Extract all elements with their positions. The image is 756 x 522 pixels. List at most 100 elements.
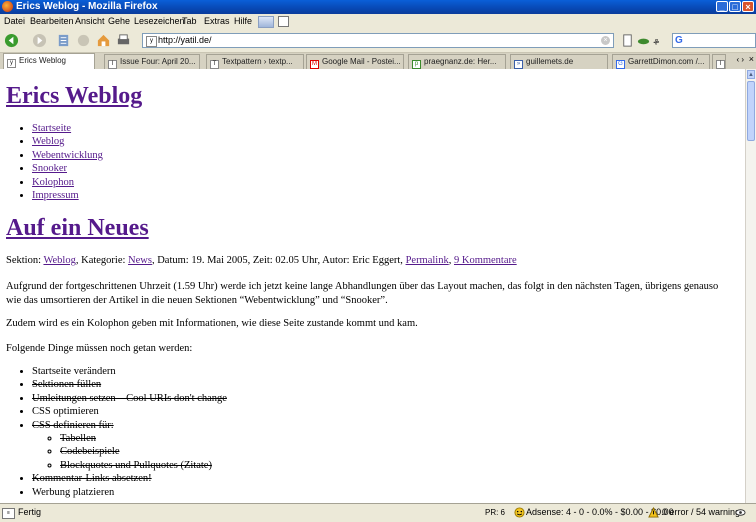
category-link[interactable]: News [128, 255, 152, 266]
bookmark-page-icon[interactable] [620, 33, 635, 48]
close-tab-icon[interactable]: × [749, 54, 754, 64]
tab-scroll-arrows-icon[interactable]: ‹ › [736, 55, 744, 64]
tab-garrettdimon[interactable]: G GarrettDimon.com /... [612, 54, 710, 69]
menu-ansicht[interactable]: Ansicht [75, 14, 105, 29]
menu-bearbeiten[interactable]: Bearbeiten [30, 14, 74, 29]
tab-favicon-icon: I [108, 60, 117, 69]
vertical-scrollbar[interactable]: ▲ [745, 69, 756, 503]
svg-text:ቆ: ቆ [653, 36, 659, 47]
menu-datei[interactable]: Datei [4, 14, 25, 29]
todo-item: Werbung platzieren [32, 486, 227, 499]
tab-favicon-icon: y [7, 59, 16, 68]
nav-item: Impressum [32, 189, 103, 202]
gmail-icon: M [310, 60, 319, 69]
translate-icon[interactable]: ቆ [652, 33, 667, 48]
window-title: Erics Weblog - Mozilla Firefox [16, 1, 158, 12]
page-content: Erics Weblog Startseite Weblog Webentwic… [0, 69, 745, 503]
tab-bar: y Erics Weblog I Issue Four: April 20... T… [0, 53, 756, 70]
site-navigation: Startseite Weblog Webentwicklung Snooker… [32, 122, 103, 202]
nav-link-impressum[interactable]: Impressum [32, 190, 79, 201]
menu-extras[interactable]: Extras [204, 14, 230, 29]
site-title-link[interactable]: Erics Weblog [6, 82, 142, 110]
nav-link-startseite[interactable]: Startseite [32, 123, 71, 134]
window-title-bar: Erics Weblog - Mozilla Firefox _ □ × [0, 0, 756, 14]
nav-item: Snooker [32, 162, 103, 175]
sub-item: Codebeispiele [60, 445, 227, 458]
nav-item: Startseite [32, 122, 103, 135]
tab-favicon-icon: p [412, 60, 421, 69]
address-input[interactable]: http://yatil.de/ [158, 34, 212, 47]
todo-item: Umleitungen setzen – Cool URIs don't cha… [32, 392, 227, 405]
maximize-button[interactable]: □ [729, 1, 741, 12]
post-paragraph: Zudem wird es ein Kolophon geben mit Inf… [6, 318, 418, 329]
scroll-thumb[interactable] [747, 81, 755, 141]
nav-link-webentwicklung[interactable]: Webentwicklung [32, 150, 103, 161]
status-page-icon: ≡ [2, 508, 15, 519]
search-box[interactable]: G [672, 33, 756, 48]
post-paragraph: Folgende Dinge müssen noch getan werden: [6, 343, 193, 354]
stop-icon[interactable] [76, 33, 91, 48]
nav-link-kolophon[interactable]: Kolophon [32, 177, 74, 188]
clear-url-icon[interactable]: × [601, 36, 610, 45]
nav-link-weblog[interactable]: Weblog [32, 136, 64, 147]
todo-item: Startseite verändern [32, 365, 227, 378]
permalink-link[interactable]: Permalink [406, 255, 449, 266]
nav-item: Weblog [32, 135, 103, 148]
menu-hilfe[interactable]: Hilfe [234, 14, 252, 29]
toolbar-widget-icon[interactable] [258, 16, 274, 28]
tab-favicon-icon: » [514, 60, 523, 69]
reload-icon[interactable] [56, 33, 71, 48]
todo-item: CSS optimieren [32, 405, 227, 418]
menu-bar: Datei Bearbeiten Ansicht Gehe Lesezeiche… [0, 14, 756, 29]
tab-textpattern[interactable]: T Textpattern › textp... [206, 54, 304, 69]
tab-overflow[interactable]: I [712, 54, 726, 69]
menu-tab[interactable]: Tab [182, 14, 197, 29]
comments-link[interactable]: 9 Kommentare [454, 255, 517, 266]
minimize-button[interactable]: _ [716, 1, 728, 12]
sub-item: Tabellen [60, 432, 227, 445]
todo-list: Startseite verändern Sektionen füllen Um… [32, 365, 227, 499]
nav-link-snooker[interactable]: Snooker [32, 163, 67, 174]
address-bar[interactable]: y http://yatil.de/ × [142, 33, 614, 48]
post-meta: Sektion: Weblog, Kategorie: News, Datum:… [6, 255, 517, 266]
home-icon[interactable] [96, 33, 111, 48]
google-icon: G [675, 35, 683, 46]
tab-issue-four[interactable]: I Issue Four: April 20... [104, 54, 200, 69]
print-icon[interactable] [116, 33, 131, 48]
tab-favicon-icon: T [210, 60, 219, 69]
css-sub-list: Tabellen Codebeispiele Blockquotes und P… [32, 432, 227, 472]
tab-erics-weblog[interactable]: y Erics Weblog [3, 53, 95, 70]
section-link[interactable]: Weblog [43, 255, 75, 266]
todo-item-css: CSS definieren für: Tabellen Codebeispie… [32, 419, 227, 473]
tab-praegnanz[interactable]: p praegnanz.de: Her... [408, 54, 506, 69]
menu-lesezeichen[interactable]: Lesezeichen [134, 14, 185, 29]
tab-google-mail[interactable]: M Google Mail - Postei... [306, 54, 404, 69]
eye-icon[interactable] [735, 507, 746, 518]
sub-item: Blockquotes und Pullquotes (Zitate) [60, 459, 227, 472]
tab-favicon-icon: I [716, 60, 725, 69]
status-bar: ≡ Fertig PR: 6 Adsense: 4 - 0 - 0.0% - $… [0, 503, 756, 522]
forward-arrow-icon[interactable] [32, 33, 47, 48]
site-favicon-icon: y [146, 36, 157, 47]
pagerank-indicator[interactable]: PR: 6 [485, 504, 505, 521]
post-title-link[interactable]: Auf ein Neues [6, 214, 149, 242]
validator-status[interactable]: 0 error / 54 warnings [662, 504, 745, 521]
leaf-icon[interactable] [636, 33, 651, 48]
close-button[interactable]: × [742, 1, 754, 12]
navigation-toolbar: y http://yatil.de/ × ቆ G [0, 29, 756, 53]
scroll-up-icon[interactable]: ▲ [747, 70, 755, 79]
tab-guillemets[interactable]: » guillemets.de [510, 54, 608, 69]
todo-item: Kommentar-Links absetzen! [32, 472, 227, 485]
menu-gehe[interactable]: Gehe [108, 14, 130, 29]
todo-item-text: CSS definieren für: [32, 419, 114, 431]
nav-item: Kolophon [32, 176, 103, 189]
google-icon: G [616, 60, 625, 69]
firefox-logo-icon [2, 1, 13, 12]
post-paragraph: Aufgrund der fortgeschrittenen Uhrzeit (… [6, 281, 719, 306]
smiley-icon[interactable] [514, 507, 525, 518]
back-arrow-icon[interactable] [4, 33, 19, 48]
toolbar-page-icon[interactable] [278, 16, 289, 27]
warning-icon[interactable] [648, 507, 659, 518]
todo-item: Sektionen füllen [32, 378, 227, 391]
status-text: Fertig [18, 507, 42, 517]
